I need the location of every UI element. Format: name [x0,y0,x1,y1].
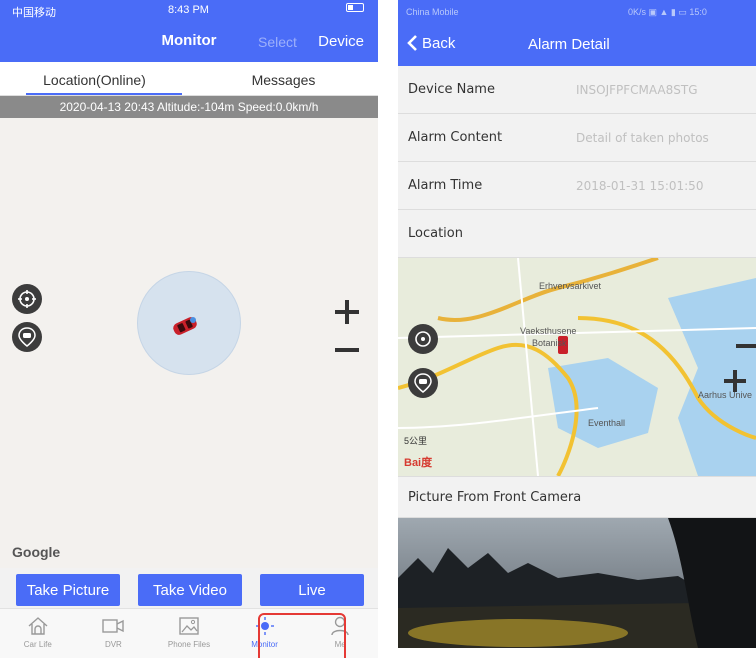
map-label: Vaeksthusene [520,326,577,336]
row-key: Device Name [408,82,495,97]
front-camera-photo[interactable] [398,518,756,648]
back-label: Back [422,34,456,52]
row-key: Location [408,226,463,241]
tab-label: DVR [104,640,122,649]
row-value: Detail of taken photos [576,131,709,145]
zoom-out-button[interactable] [335,340,359,358]
status-bar: 中国移动 8:43 PM [0,0,378,20]
detail-row: Device Name INSOJFPFCMAA8STG [398,66,756,114]
tab-location[interactable]: Location(Online) [0,62,189,95]
active-tab-indicator [26,93,182,95]
action-buttons: Take Picture Take Video Live [0,568,378,608]
tab-label: Car Life [23,640,52,649]
tab-label: Phone Files [167,640,211,649]
tab-bar: Location(Online) Messages [0,62,378,96]
alarm-detail-screen: China Mobile 0K/s ▣ ▲ ▮ ▭ 15:0 Back Alar… [398,0,756,658]
map-label: Erhvervsarkivet [539,281,602,291]
camera-photo-image [398,518,756,648]
baidu-logo: Bai度 [404,457,433,469]
car-pin-icon[interactable] [408,368,438,398]
live-button[interactable]: Live [260,574,364,606]
tab-phone-files[interactable]: Phone Files [151,609,227,658]
locate-target-icon[interactable] [408,324,438,354]
nav-bar: Back Alarm Detail [398,24,756,66]
monitor-screen: 中国移动 8:43 PM Monitor Select Device Locat… [0,0,378,658]
picture-section-header: Picture From Front Camera [398,476,756,518]
zoom-in-button[interactable] [335,294,359,333]
row-value: 2018-01-31 15:01:50 [576,179,704,193]
select-button[interactable]: Select [258,34,297,50]
zoom-in-button[interactable] [724,370,746,397]
picture-header-label: Picture From Front Camera [408,490,582,505]
row-key: Alarm Time [408,178,483,193]
car-pin-icon[interactable] [12,322,42,352]
tab-messages[interactable]: Messages [189,62,378,95]
detail-row: Alarm Time 2018-01-31 15:01:50 [398,162,756,210]
home-icon [28,617,48,635]
map-scale: 5公里 [404,436,428,446]
carrier-label: 中国移动 [12,7,56,19]
nav-bar: Monitor Select Device [0,20,378,62]
location-info-bar: 2020-04-13 20:43 Altitude:-104m Speed:0.… [0,96,378,118]
locate-target-icon[interactable] [12,284,42,314]
clock: 8:43 PM [168,4,209,16]
chevron-left-icon [407,35,417,51]
detail-row: Alarm Content Detail of taken photos [398,114,756,162]
google-logo: Google [12,544,61,560]
device-button[interactable]: Device [318,33,364,50]
image-icon [179,617,199,635]
take-picture-button[interactable]: Take Picture [16,574,120,606]
map-label: Botanisk [532,338,567,348]
network-speed: 0K/s [628,7,647,17]
row-key: Alarm Content [408,130,503,145]
zoom-out-button[interactable] [736,336,756,354]
video-camera-icon [102,619,125,633]
back-button[interactable]: Back [406,34,455,52]
highlight-box [258,613,346,658]
tab-car-life[interactable]: Car Life [0,609,76,658]
car-marker-icon [170,314,200,343]
take-video-button[interactable]: Take Video [138,574,242,606]
location-map[interactable]: Erhvervsarkivet Vaeksthusene Botanisk Aa… [398,258,756,476]
row-value: INSOJFPFCMAA8STG [576,83,698,97]
tab-dvr[interactable]: DVR [76,609,152,658]
map-label: Eventhall [588,418,626,428]
carrier-label: China Mobile [406,7,459,17]
status-bar: China Mobile 0K/s ▣ ▲ ▮ ▭ 15:0 [398,0,756,24]
bottom-tab-bar: Car Life DVR Phone Files Monitor Me [0,608,378,658]
map-view[interactable]: Google [0,118,378,568]
battery-icon [346,3,364,12]
clock: 15:0 [689,7,707,17]
status-indicators: 0K/s ▣ ▲ ▮ ▭ 15:0 [628,7,707,17]
detail-row: Location [398,210,756,258]
page-title: Alarm Detail [528,36,610,53]
